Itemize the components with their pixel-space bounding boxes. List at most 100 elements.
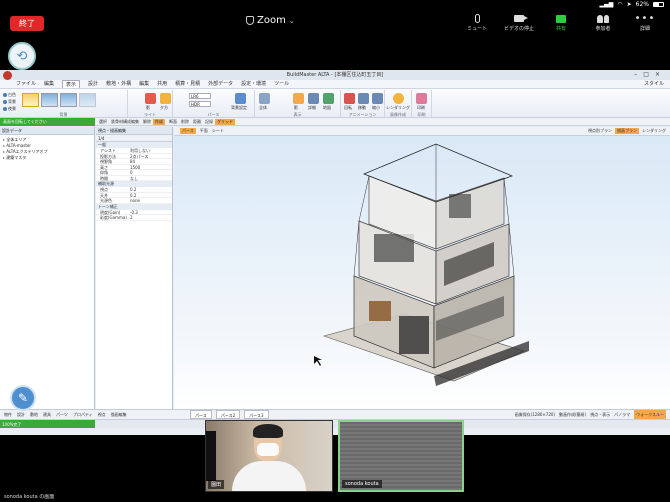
participants-icon [597,14,609,23]
create-tool[interactable]: 作成 [153,118,165,125]
tab-parts[interactable]: パーツ [56,410,68,419]
end-meeting-button[interactable]: 終了 [10,16,44,31]
menu-item[interactable]: 積算・見積 [175,80,200,88]
menu-item[interactable]: 設定・環境 [241,80,266,88]
print-icon[interactable] [416,93,427,104]
map-icon[interactable] [323,93,334,104]
rotate-camera-icon: ⟲ [16,48,28,64]
menu-item[interactable]: 共用 [157,80,167,88]
app-status-line: 100%完了 [0,419,670,428]
menu-item[interactable]: 編集 [44,80,54,88]
select-tool[interactable]: 選択 [99,119,107,125]
delete-tool[interactable]: 削除 [181,119,189,125]
background-thumb-1[interactable] [22,93,39,107]
window-controls[interactable]: –□× [634,70,666,80]
menu-item[interactable]: ファイル [16,80,36,88]
stop-video-button[interactable]: ビデオの停止 [502,12,536,32]
save-image-button[interactable]: 画像保存(1280×720) [515,410,555,419]
tab-fittings[interactable]: 建具 [43,410,51,419]
share-button[interactable]: 共有 [544,12,578,32]
background-thumb-2[interactable] [41,93,58,107]
sheet-tabs: パース パース2 パース3 [190,410,269,419]
tab-perspective[interactable]: パース [180,128,196,134]
rotate-icon[interactable] [344,93,355,104]
detail-icon[interactable] [308,93,319,104]
tab-property[interactable]: 物件 [4,410,12,419]
rendering-button[interactable]: レンダリング [642,128,666,134]
view-display-button[interactable]: 視点・表示 [590,410,610,419]
menu-item[interactable]: 外部データ [208,80,233,88]
annotate-button[interactable]: ✎ [10,385,36,411]
participant-name: sonoda kouta [342,480,382,488]
view-plan-button[interactable]: 視点別プラン [588,128,612,134]
section-tool[interactable]: 断面 [169,119,177,125]
record-tool[interactable]: 記録 [205,119,213,125]
clear-tool[interactable]: 解除 [143,119,151,125]
app-title-bar: BuildMaster ALTA - [本棚区住込町五丁目] –□× [0,70,670,80]
style-menu[interactable]: スタイル [644,80,670,88]
participant-video-active[interactable]: sonoda kouta [338,420,464,492]
output-actions: 画像保存(1280×720) 動画作成(簡易) 視点・表示 パノラマ ウォークス… [515,410,666,419]
more-button[interactable]: ••• 詳細 [628,12,662,32]
sheet-tab[interactable]: パース2 [215,410,241,419]
shadow-toggle-icon[interactable] [293,93,304,104]
menu-item-view[interactable]: 表示 [62,80,81,88]
background-settings-icon[interactable] [235,93,246,104]
data-tree: 全体エリア ALTA-master ALTAエクステリアオプ 建築マスタ [0,135,94,163]
meeting-title[interactable]: Zoom ⌄ [246,15,295,26]
tab-plan[interactable]: 平面 [200,128,208,134]
shared-screen: BuildMaster ALTA - [本棚区住込町五丁目] –□× ファイル … [0,70,670,435]
panorama-button[interactable]: パノラマ [614,410,630,419]
tab-viewpoint[interactable]: 視点 [98,410,106,419]
hdr-select[interactable]: HDR [189,101,211,107]
participant-name: 園田 [208,480,225,489]
tab-site[interactable]: 敷地 [30,410,38,419]
overall-icon[interactable] [259,93,270,104]
meeting-title-text: Zoom [257,15,286,26]
lr-select[interactable]: LR6 [189,93,211,99]
tree-item[interactable]: 建築マスタ [3,155,91,161]
edit-tool[interactable]: 鉄骨材構成編集 [111,119,139,125]
distance-tool[interactable]: 距離 [193,119,201,125]
grid-tool[interactable]: グリッド [215,118,235,125]
sheet-tab[interactable]: パース [190,410,212,419]
ribbon-group-print: 印刷 印刷 [412,90,432,118]
command-subbar: 画面を回転してください 選択 鉄骨材構成編集 解除 作成 断面 削除 距離 記録… [0,117,670,126]
mute-button[interactable]: ミュート [460,12,494,32]
app-bottom-bar: 物件 設計 敷地 建具 パーツ プロパティ 視点 描画編集 パース パース2 パ… [0,409,670,428]
tab-design[interactable]: 設計 [17,410,25,419]
viewport-tabs: パース 平面 シート 視点別プラン 描画プラン レンダリング [174,127,670,136]
panel-header: 設計データ [0,127,94,135]
3d-viewport[interactable]: パース 平面 シート 視点別プラン 描画プラン レンダリング [174,127,670,409]
progress-bar: 100%完了 [0,420,95,428]
menu-item[interactable]: ツール [274,80,289,88]
tab-properties[interactable]: プロパティ [73,410,93,419]
property-row[interactable]: 彩度(Gamma) 2 [96,215,172,221]
design-data-panel: 設計データ 全体エリア ALTA-master ALTAエクステリアオプ 建築マ… [0,127,95,409]
render-plan-button[interactable]: 描画プラン [615,128,639,134]
menu-item[interactable]: 設計 [88,80,98,88]
menu-item[interactable]: 敷地・外構 [106,80,131,88]
walkthrough-button[interactable]: ウォークスルー [634,410,666,419]
status-bar: ▂▄▆ ◠ ➤ 62% [0,0,670,10]
move-icon[interactable] [358,93,369,104]
background-thumb-4[interactable] [79,93,96,107]
tab-sheet[interactable]: シート [212,128,224,134]
property-toolbar[interactable]: 1/4 [96,135,172,142]
rendering-icon[interactable] [393,93,404,104]
participants-button[interactable]: 参加者 [586,12,620,32]
ribbon-group-light: 影 夕方 ライト [128,90,173,118]
evening-icon[interactable] [160,93,171,104]
menu-item[interactable]: 編集 [139,80,149,88]
make-video-button[interactable]: 動画作成(簡易) [559,410,586,419]
app-logo-icon [3,71,12,80]
radio-white[interactable]: 白色 [3,92,16,98]
shadow-icon[interactable] [145,93,156,104]
switch-camera-button[interactable]: ⟲ [8,42,36,70]
radio-background[interactable]: 背景 [3,99,16,105]
tab-render-edit[interactable]: 描画編集 [111,410,127,419]
sheet-tab[interactable]: パース3 [244,410,269,419]
participant-video[interactable]: 園田 [205,420,333,492]
zoom-out-icon[interactable] [372,93,383,104]
background-thumb-3[interactable] [60,93,77,107]
